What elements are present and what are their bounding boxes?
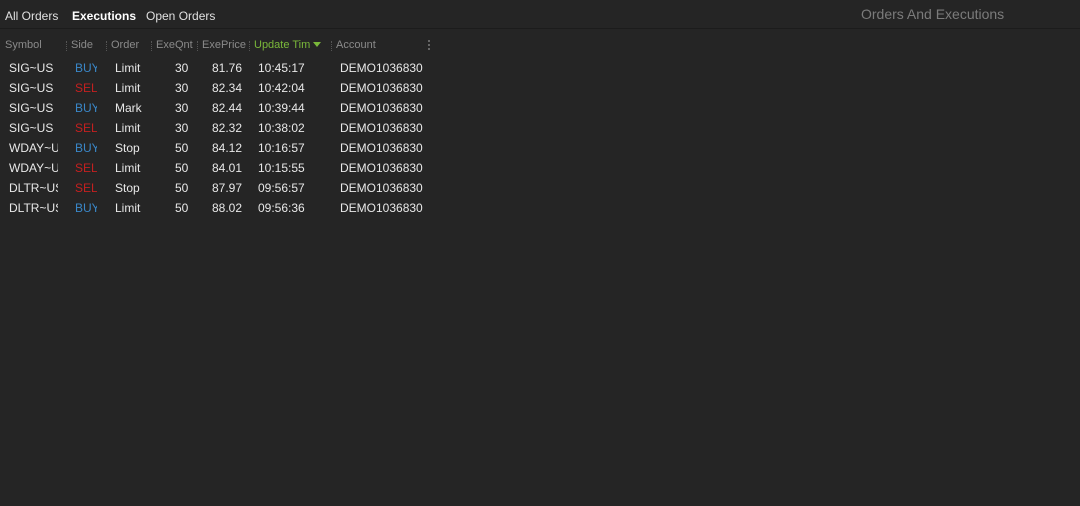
table-row[interactable]: WDAY~US BUY Stop 50 84.12 10:16:57 DEMO1036830 bbox=[0, 138, 440, 158]
cell-side: BUY bbox=[75, 61, 97, 75]
cell-side: BUY bbox=[75, 141, 97, 155]
cell-symbol: WDAY~US bbox=[9, 161, 58, 175]
cell-exe-price: 88.02 bbox=[212, 201, 243, 215]
cell-exe-price: 87.97 bbox=[212, 181, 243, 195]
tab-bar: All Orders Executions Open Orders Orders… bbox=[0, 0, 1080, 29]
cell-update-time: 09:56:57 bbox=[258, 181, 305, 195]
cell-account: DEMO1036830 bbox=[340, 141, 423, 155]
cell-side: SELL bbox=[75, 161, 97, 175]
column-header-exe-price[interactable]: ExePrice bbox=[202, 39, 246, 51]
cell-order-type: Stop bbox=[115, 181, 140, 195]
table-header: Symbol Side Order ExeQnt ExePrice Update… bbox=[0, 36, 440, 56]
cell-order-type: Limit bbox=[115, 81, 141, 95]
table-row[interactable]: SIG~US BUY Mark 30 82.44 10:39:44 DEMO1036830 bbox=[0, 98, 440, 118]
cell-account: DEMO1036830 bbox=[340, 121, 423, 135]
column-header-update-time-label: Update Tim bbox=[254, 39, 311, 51]
cell-order-type: Stop bbox=[115, 141, 140, 155]
cell-exe-price: 84.01 bbox=[212, 161, 243, 175]
column-header-symbol[interactable]: Symbol bbox=[5, 39, 65, 51]
cell-side: SELL bbox=[75, 81, 97, 95]
cell-account: DEMO1036830 bbox=[340, 81, 423, 95]
column-header-account[interactable]: Account bbox=[336, 39, 416, 51]
cell-account: DEMO1036830 bbox=[340, 161, 423, 175]
column-chooser-grip-icon[interactable] bbox=[428, 40, 432, 50]
cell-exe-qnt: 50 bbox=[175, 201, 189, 215]
cell-account: DEMO1036830 bbox=[340, 181, 423, 195]
cell-account: DEMO1036830 bbox=[340, 61, 423, 75]
column-header-update-time[interactable]: Update Tim bbox=[254, 39, 330, 51]
cell-exe-qnt: 30 bbox=[175, 81, 189, 95]
cell-update-time: 10:42:04 bbox=[258, 81, 305, 95]
column-separator[interactable] bbox=[106, 41, 108, 51]
table-row[interactable]: WDAY~US SELL Limit 50 84.01 10:15:55 DEMO10368… bbox=[0, 158, 440, 178]
cell-exe-qnt: 30 bbox=[175, 61, 189, 75]
cell-exe-qnt: 50 bbox=[175, 161, 189, 175]
table-row[interactable]: SIG~US SELL Limit 30 82.34 10:42:04 DEMO103683… bbox=[0, 78, 440, 98]
cell-side: SELL bbox=[75, 181, 97, 195]
cell-update-time: 10:15:55 bbox=[258, 161, 305, 175]
cell-symbol: SIG~US bbox=[9, 81, 54, 95]
cell-update-time: 09:56:36 bbox=[258, 201, 305, 215]
cell-update-time: 10:45:17 bbox=[258, 61, 305, 75]
column-separator[interactable] bbox=[249, 41, 251, 51]
panel-title: Orders And Executions bbox=[861, 6, 1005, 22]
cell-exe-price: 82.44 bbox=[212, 101, 243, 115]
column-separator[interactable] bbox=[151, 41, 153, 51]
column-header-order[interactable]: Order bbox=[111, 39, 143, 51]
cell-symbol: DLTR~US bbox=[9, 181, 58, 195]
cell-update-time: 10:38:02 bbox=[258, 121, 305, 135]
executions-table: SIG~US BUY Limit 30 81.76 10:45:17 DEMO1036830… bbox=[0, 58, 440, 218]
cell-side: SELL bbox=[75, 121, 97, 135]
cell-order-type: Limit bbox=[115, 161, 141, 175]
sort-descending-icon bbox=[313, 42, 322, 47]
cell-order-type: Limit bbox=[115, 61, 141, 75]
cell-symbol: DLTR~US bbox=[9, 201, 58, 215]
cell-symbol: SIG~US bbox=[9, 101, 54, 115]
cell-order-type: Limit bbox=[115, 121, 141, 135]
cell-side: BUY bbox=[75, 101, 97, 115]
cell-exe-price: 82.34 bbox=[212, 81, 243, 95]
table-row[interactable]: DLTR~US BUY Limit 50 88.02 09:56:36 DEMO103683… bbox=[0, 198, 440, 218]
cell-exe-price: 82.32 bbox=[212, 121, 243, 135]
cell-exe-price: 81.76 bbox=[212, 61, 243, 75]
cell-exe-qnt: 50 bbox=[175, 141, 189, 155]
cell-symbol: WDAY~US bbox=[9, 141, 58, 155]
table-row[interactable]: SIG~US BUY Limit 30 81.76 10:45:17 DEMO1036830 bbox=[0, 58, 440, 78]
table-row[interactable]: DLTR~US SELL Stop 50 87.97 09:56:57 DEMO103683… bbox=[0, 178, 440, 198]
tab-all-orders[interactable]: All Orders bbox=[5, 9, 58, 23]
column-header-side[interactable]: Side bbox=[71, 39, 105, 51]
cell-update-time: 10:16:57 bbox=[258, 141, 305, 155]
column-separator[interactable] bbox=[197, 41, 199, 51]
column-separator[interactable] bbox=[331, 41, 333, 51]
column-separator[interactable] bbox=[66, 41, 68, 51]
table-row[interactable]: SIG~US SELL Limit 30 82.32 10:38:02 DEMO103683… bbox=[0, 118, 440, 138]
cell-exe-qnt: 30 bbox=[175, 121, 189, 135]
cell-account: DEMO1036830 bbox=[340, 201, 423, 215]
cell-account: DEMO1036830 bbox=[340, 101, 423, 115]
cell-exe-qnt: 50 bbox=[175, 181, 189, 195]
cell-symbol: SIG~US bbox=[9, 121, 54, 135]
tab-open-orders[interactable]: Open Orders bbox=[146, 9, 215, 23]
cell-update-time: 10:39:44 bbox=[258, 101, 305, 115]
cell-symbol: SIG~US bbox=[9, 61, 54, 75]
cell-order-type: Mark bbox=[115, 101, 142, 115]
tab-executions[interactable]: Executions bbox=[72, 9, 136, 23]
cell-exe-price: 84.12 bbox=[212, 141, 243, 155]
cell-side: BUY bbox=[75, 201, 97, 215]
column-header-exe-qnt[interactable]: ExeQnt bbox=[156, 39, 194, 51]
cell-exe-qnt: 30 bbox=[175, 101, 189, 115]
cell-order-type: Limit bbox=[115, 201, 141, 215]
